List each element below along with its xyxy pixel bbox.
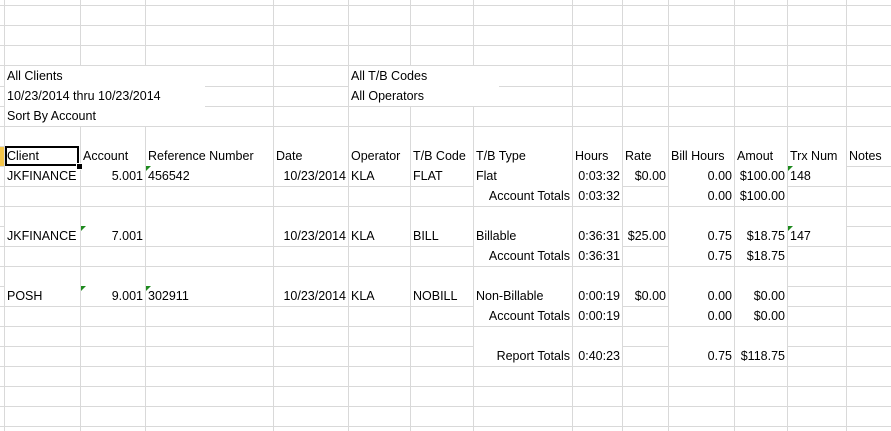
grid-line bbox=[0, 426, 891, 427]
account-totals-amount[interactable]: $0.00 bbox=[735, 306, 787, 326]
grid-line bbox=[0, 5, 891, 6]
report-totals-amount[interactable]: $118.75 bbox=[735, 346, 787, 366]
account-totals-hours[interactable]: 0:03:32 bbox=[573, 186, 622, 206]
column-header-amount[interactable]: Amout bbox=[735, 146, 787, 166]
column-header-account[interactable]: Account bbox=[81, 146, 145, 166]
account-totals-hours[interactable]: 0:36:31 bbox=[573, 246, 622, 266]
account-totals-label[interactable]: Account Totals bbox=[474, 246, 572, 266]
cell-tb-type[interactable]: Flat bbox=[474, 166, 572, 186]
column-header-tb-code[interactable]: T/B Code bbox=[411, 146, 473, 166]
grid-line bbox=[0, 206, 891, 207]
account-totals-label[interactable]: Account Totals bbox=[474, 186, 572, 206]
cell-date[interactable]: 10/23/2014 bbox=[274, 166, 348, 186]
cell-hours[interactable]: 0:03:32 bbox=[573, 166, 622, 186]
fill-handle[interactable] bbox=[76, 163, 83, 170]
cell-reference-number[interactable]: 456542 bbox=[146, 166, 273, 186]
report-date-range[interactable]: 10/23/2014 thru 10/23/2014 bbox=[5, 86, 205, 106]
column-header-bill-hours[interactable]: Bill Hours bbox=[669, 146, 734, 166]
column-header-rate[interactable]: Rate bbox=[623, 146, 668, 166]
cell-trx-num[interactable]: 147 bbox=[788, 226, 846, 246]
cell-hours[interactable]: 0:36:31 bbox=[573, 226, 622, 246]
grid-line bbox=[0, 266, 891, 267]
cell-account[interactable]: 7.001 bbox=[81, 226, 145, 246]
grid-line bbox=[0, 406, 891, 407]
cell-bill-hours[interactable]: 0.00 bbox=[669, 286, 734, 306]
cell-reference-number[interactable]: 302911 bbox=[146, 286, 273, 306]
cell-rate[interactable]: $25.00 bbox=[623, 226, 668, 246]
grid-line bbox=[0, 45, 891, 46]
column-header-operator[interactable]: Operator bbox=[349, 146, 410, 166]
cell-rate[interactable]: $0.00 bbox=[623, 286, 668, 306]
cell-tb-type[interactable]: Non-Billable bbox=[474, 286, 572, 306]
cell-operator[interactable]: KLA bbox=[349, 286, 410, 306]
cell-operator[interactable]: KLA bbox=[349, 226, 410, 246]
report-totals-bill-hours[interactable]: 0.75 bbox=[669, 346, 734, 366]
cell-tb-code[interactable]: NOBILL bbox=[411, 286, 473, 306]
account-totals-bill-hours[interactable]: 0.00 bbox=[669, 306, 734, 326]
report-totals-hours[interactable]: 0:40:23 bbox=[573, 346, 622, 366]
report-totals-label[interactable]: Report Totals bbox=[474, 346, 572, 366]
cell-date[interactable]: 10/23/2014 bbox=[274, 226, 348, 246]
cell-bill-hours[interactable]: 0.00 bbox=[669, 166, 734, 186]
column-header-hours[interactable]: Hours bbox=[573, 146, 622, 166]
active-cell-selection bbox=[5, 146, 79, 166]
column-header-reference-number[interactable]: Reference Number bbox=[146, 146, 273, 166]
report-clients-filter[interactable]: All Clients bbox=[5, 66, 205, 86]
report-sort-order[interactable]: Sort By Account bbox=[5, 106, 205, 126]
column-header-tb-type[interactable]: T/B Type bbox=[474, 146, 572, 166]
column-header-trx-num[interactable]: Trx Num bbox=[788, 146, 846, 166]
cell-client[interactable]: JKFINANCE bbox=[5, 166, 80, 186]
grid-line bbox=[0, 386, 891, 387]
cell-account[interactable]: 5.001 bbox=[81, 166, 145, 186]
grid-line bbox=[0, 366, 891, 367]
cell-trx-num[interactable]: 148 bbox=[788, 166, 846, 186]
grid-line bbox=[0, 25, 891, 26]
report-operators-filter[interactable]: All Operators bbox=[349, 86, 499, 106]
cell-rate[interactable]: $0.00 bbox=[623, 166, 668, 186]
column-header-notes[interactable]: Notes bbox=[847, 146, 891, 166]
cell-client[interactable]: JKFINANCE bbox=[5, 226, 80, 246]
active-row-indicator bbox=[0, 147, 4, 166]
spreadsheet-grid[interactable]: All Clients 10/23/2014 thru 10/23/2014 S… bbox=[0, 0, 891, 431]
cell-account[interactable]: 9.001 bbox=[81, 286, 145, 306]
cell-amount[interactable]: $18.75 bbox=[735, 226, 787, 246]
cell-hours[interactable]: 0:00:19 bbox=[573, 286, 622, 306]
cell-tb-type[interactable]: Billable bbox=[474, 226, 572, 246]
column-header-date[interactable]: Date bbox=[274, 146, 348, 166]
cell-tb-code[interactable]: BILL bbox=[411, 226, 473, 246]
account-totals-amount[interactable]: $100.00 bbox=[735, 186, 787, 206]
cell-tb-code[interactable]: FLAT bbox=[411, 166, 473, 186]
account-totals-amount[interactable]: $18.75 bbox=[735, 246, 787, 266]
account-totals-bill-hours[interactable]: 0.75 bbox=[669, 246, 734, 266]
account-totals-label[interactable]: Account Totals bbox=[474, 306, 572, 326]
cell-bill-hours[interactable]: 0.75 bbox=[669, 226, 734, 246]
cell-client[interactable]: POSH bbox=[5, 286, 80, 306]
grid-line bbox=[0, 126, 891, 127]
cell-amount[interactable]: $0.00 bbox=[735, 286, 787, 306]
account-totals-hours[interactable]: 0:00:19 bbox=[573, 306, 622, 326]
account-totals-bill-hours[interactable]: 0.00 bbox=[669, 186, 734, 206]
cell-date[interactable]: 10/23/2014 bbox=[274, 286, 348, 306]
cell-reference-number[interactable] bbox=[146, 226, 273, 246]
report-tb-codes-filter[interactable]: All T/B Codes bbox=[349, 66, 499, 86]
cell-amount[interactable]: $100.00 bbox=[735, 166, 787, 186]
cell-operator[interactable]: KLA bbox=[349, 166, 410, 186]
grid-line bbox=[0, 326, 891, 327]
